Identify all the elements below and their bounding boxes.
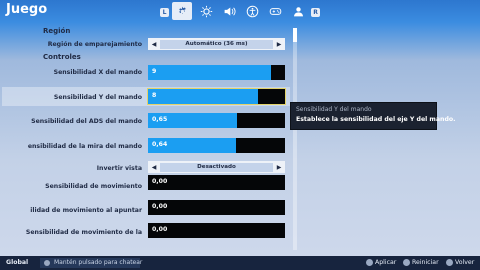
scope-sens-label: ensibilidad de la mira del mando [27, 143, 142, 150]
reset-button-icon [403, 259, 410, 266]
tab-accessibility[interactable] [242, 2, 262, 20]
motion-aim-sens-value: 0,00 [152, 203, 168, 210]
section-region: Región [43, 27, 71, 35]
accessibility-icon [246, 5, 258, 17]
sens-y-label: Sensibilidad Y del mando [53, 94, 142, 101]
motion-scope-sens-slider[interactable]: 0,00 [148, 223, 285, 238]
page-title: Juego [6, 2, 48, 17]
motion-sens-slider[interactable]: 0,00 [148, 175, 285, 190]
left-bumper-badge: L [160, 8, 169, 17]
setting-tooltip: Sensibilidad Y del mando Establece la se… [290, 102, 456, 130]
brightness-icon [200, 5, 212, 17]
user-icon [293, 6, 303, 16]
arrow-left-icon[interactable]: ◀ [148, 164, 160, 171]
back-button[interactable]: Volver [455, 259, 474, 266]
sens-x-value: 9 [152, 68, 157, 75]
invert-view-selector[interactable]: ◀ Desactivado ▶ [148, 161, 285, 173]
motion-sens-value: 0,00 [152, 178, 168, 185]
tab-audio[interactable] [219, 2, 239, 20]
ads-sens-slider[interactable]: 0,65 [148, 113, 285, 128]
matchmaking-region-label: Región de emparejamiento [47, 41, 142, 48]
section-controls: Controles [43, 53, 81, 61]
apply-button-icon [366, 259, 373, 266]
back-button-icon [446, 259, 453, 266]
arrow-right-icon[interactable]: ▶ [273, 164, 285, 171]
settings-panel: Región Región de emparejamiento ◀ Automá… [0, 22, 300, 254]
motion-scope-sens-label: Sensibilidad de movimiento de la [25, 229, 142, 236]
sens-y-fill [148, 89, 258, 104]
motion-scope-sens-value: 0,00 [152, 226, 168, 233]
tab-account[interactable] [288, 2, 308, 20]
motion-aim-sens-slider[interactable]: 0,00 [148, 200, 285, 215]
scope-sens-slider[interactable]: 0,64 [148, 138, 285, 153]
reset-button[interactable]: Reiniciar [412, 259, 439, 266]
invert-view-value: Desactivado [160, 162, 273, 172]
scope-label: Global [6, 259, 29, 266]
ads-sens-value: 0,65 [152, 116, 168, 123]
tab-controller[interactable] [265, 2, 285, 20]
chat-key-icon [44, 260, 50, 266]
gamepad-icon [269, 7, 281, 15]
tooltip-text: Establece la sensibilidad del eje Y del … [296, 116, 456, 123]
speaker-icon [224, 6, 236, 16]
apply-button[interactable]: Aplicar [375, 259, 396, 266]
top-bar: Juego L R [0, 0, 480, 22]
tab-video[interactable] [196, 2, 216, 20]
scope-sens-value: 0,64 [152, 141, 168, 148]
matchmaking-region-selector[interactable]: ◀ Automático (36 ms) ▶ [148, 38, 285, 50]
ads-sens-label: Sensibilidad del ADS del mando [31, 118, 142, 125]
sens-x-label: Sensibilidad X del mando [53, 69, 142, 76]
motion-aim-sens-label: ilidad de movimiento al apuntar [30, 207, 142, 214]
sens-x-fill [148, 65, 272, 80]
motion-sens-label: Sensibilidad de movimiento [45, 183, 142, 190]
right-bumper-badge: R [311, 8, 320, 17]
chat-hint-text: Mantén pulsado para chatear [54, 259, 143, 266]
sens-y-slider[interactable]: 8 [147, 88, 286, 105]
sens-y-value: 8 [152, 92, 157, 99]
arrow-right-icon[interactable]: ▶ [273, 41, 285, 48]
arrow-left-icon[interactable]: ◀ [148, 41, 160, 48]
scrollbar-track[interactable] [293, 28, 297, 250]
matchmaking-region-value: Automático (36 ms) [160, 39, 273, 49]
scrollbar-thumb[interactable] [293, 28, 297, 42]
sens-x-slider[interactable]: 9 [148, 65, 285, 80]
tooltip-title: Sensibilidad Y del mando [296, 106, 372, 113]
tab-game-settings[interactable] [172, 2, 192, 20]
invert-view-label: Invertir vista [96, 165, 142, 172]
gear-icon [178, 6, 186, 14]
